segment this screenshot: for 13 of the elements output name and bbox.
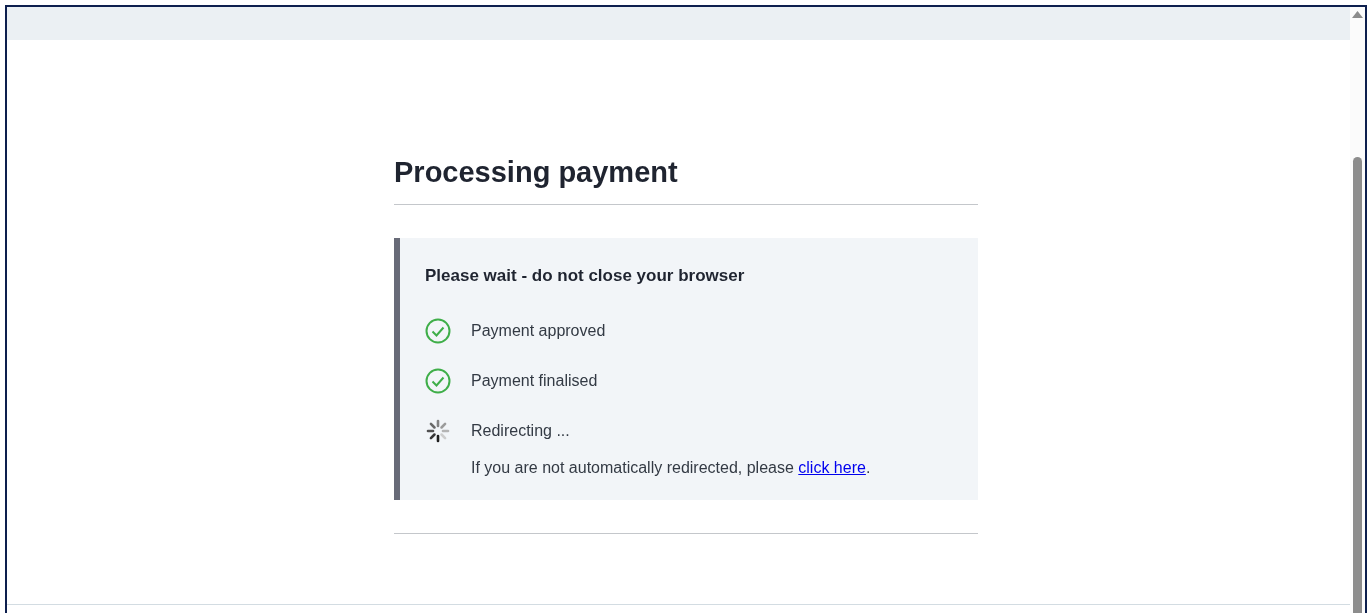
page-heading: Processing payment (394, 155, 679, 190)
scroll-up-icon[interactable] (1352, 11, 1363, 18)
check-circle-icon (425, 318, 451, 345)
redirect-note: If you are not automatically redirected, please click here. (471, 458, 872, 479)
scroll-thumb[interactable] (1353, 157, 1362, 613)
panel-title: Please wait - do not close your browser (425, 264, 746, 287)
step-label: Redirecting ... (471, 421, 570, 442)
step-label: Payment finalised (471, 371, 598, 392)
step-label: Payment approved (471, 321, 606, 342)
spinner-icon (425, 418, 451, 445)
click-here-link[interactable]: click here (798, 459, 866, 477)
check-circle-icon (425, 368, 451, 395)
scrollbar[interactable] (1350, 7, 1365, 613)
